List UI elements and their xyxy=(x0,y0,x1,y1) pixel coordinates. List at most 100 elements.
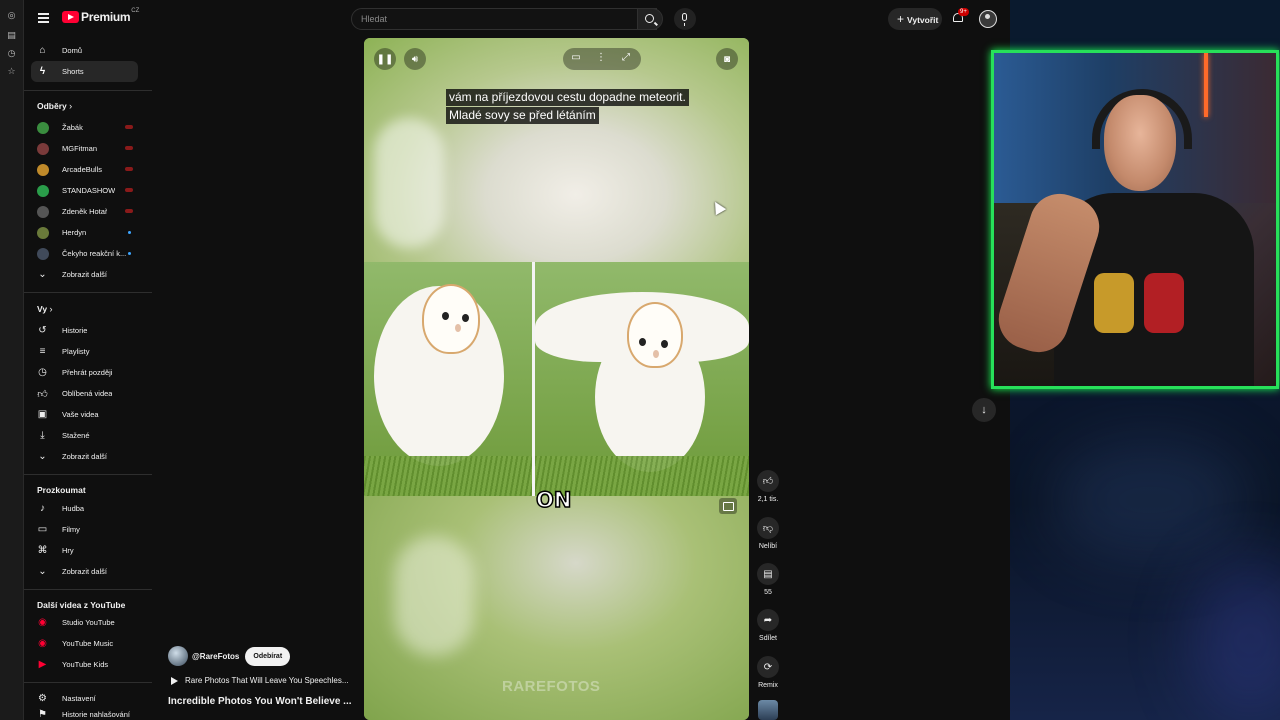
live-indicator xyxy=(125,125,133,129)
webcam-overlay xyxy=(991,50,1279,389)
volume-button[interactable]: 🔊︎ xyxy=(404,48,426,70)
sidebar-item-watch-later[interactable]: ◷ Přehrát později xyxy=(31,362,138,383)
shorts-icon: ϟ xyxy=(39,66,46,77)
flag-icon: ⚑ xyxy=(38,709,47,720)
live-indicator xyxy=(125,146,133,150)
sidebar-item-home[interactable]: ⌂ Domů xyxy=(31,40,138,61)
camera-button[interactable]: ◙ xyxy=(716,48,738,70)
sidebar-item-your-videos[interactable]: ▣ Vaše videa xyxy=(31,404,138,425)
clock-icon[interactable]: ◷ xyxy=(6,48,17,59)
share-button[interactable]: ➦ Sdílet xyxy=(756,609,780,642)
search-input[interactable]: Hledat xyxy=(351,8,657,30)
captions-icon[interactable]: ▭ xyxy=(569,52,583,63)
sidebar-item-history[interactable]: ↺ Historie xyxy=(31,320,138,341)
channel-handle[interactable]: @RareFotos xyxy=(192,652,239,661)
liked-icon: 👍︎ xyxy=(37,388,48,400)
chevron-down-icon: ⌄ xyxy=(38,451,47,462)
divider xyxy=(24,474,152,475)
fullscreen-icon[interactable]: ⤢ xyxy=(619,52,633,63)
create-button[interactable]: + Vytvořit xyxy=(888,8,942,30)
next-video-button[interactable]: ↓ xyxy=(972,398,996,422)
gaming-icon: ⌘ xyxy=(37,545,48,556)
new-content-dot xyxy=(128,252,131,255)
channel-avatar[interactable] xyxy=(168,646,188,666)
more-options-icon[interactable]: ⋮ xyxy=(594,52,608,63)
remix-button[interactable]: ⟳ Remix xyxy=(756,656,780,689)
notification-badge: 9+ xyxy=(958,8,969,16)
divider xyxy=(24,589,152,590)
os-side-rail: ◎ ▤ ◷ ☆ xyxy=(0,0,24,720)
pause-button[interactable]: ❚❚ xyxy=(374,48,396,70)
youtube-premium-logo[interactable]: Premium CZ xyxy=(62,8,139,24)
sidebar-item-arcadebulls[interactable]: ArcadeBulls xyxy=(31,159,138,180)
sidebar-item-show-more-you[interactable]: ⌄ Zobrazit další xyxy=(31,446,138,467)
account-avatar[interactable] xyxy=(979,10,997,28)
channel-avatar xyxy=(37,247,49,260)
video-watermark: RAREFOTOS xyxy=(502,678,601,695)
channel-avatar xyxy=(37,142,49,155)
share-icon: ➦ xyxy=(757,609,779,631)
sidebar-item-music[interactable]: ♪ Hudba xyxy=(31,498,138,519)
owl-photo-right xyxy=(535,262,749,496)
like-count: 2,1 tis. xyxy=(757,496,779,503)
dislike-button[interactable]: 👎︎ Nelíbí xyxy=(756,517,780,550)
sidebar-item-mgfitman[interactable]: MGFitman xyxy=(31,138,138,159)
video-title[interactable]: Incredible Photos You Won't Believe ... xyxy=(168,696,352,707)
globe-icon[interactable]: ◎ xyxy=(6,10,17,21)
you-header[interactable]: Vy › xyxy=(37,304,52,314)
volume-icon: 🔊︎ xyxy=(411,53,419,65)
more-from-youtube-header: Další videa z YouTube xyxy=(37,600,126,610)
sidebar-item-settings[interactable]: ⚙ Nastavení xyxy=(31,688,138,709)
sidebar-item-yt-kids[interactable]: ▶ YouTube Kids xyxy=(31,654,138,675)
sidebar-item-show-more-subs[interactable]: ⌄ Zobrazit další xyxy=(31,264,138,285)
sidebar-item-gaming[interactable]: ⌘ Hry xyxy=(31,540,138,561)
home-icon: ⌂ xyxy=(39,45,46,56)
sidebar-item-yt-music[interactable]: ◉ YouTube Music xyxy=(31,633,138,654)
comments-button[interactable]: ▤ 55 xyxy=(756,563,780,596)
subscriptions-header[interactable]: Odběry › xyxy=(37,101,72,111)
your-videos-icon: ▣ xyxy=(37,409,48,420)
remix-icon: ⟳ xyxy=(757,656,779,678)
star-icon[interactable]: ☆ xyxy=(6,66,17,77)
chevron-down-icon: ⌄ xyxy=(38,566,47,577)
live-indicator xyxy=(125,188,133,192)
divider xyxy=(24,90,152,91)
subscribe-button[interactable]: Odebírat xyxy=(245,646,291,666)
explore-header: Prozkoumat xyxy=(37,485,86,495)
sidebar-item-show-more-explore[interactable]: ⌄ Zobrazit další xyxy=(31,561,138,582)
sidebar-item-herdyn[interactable]: Herdyn xyxy=(31,222,138,243)
sidebar-item-films[interactable]: ▭ Filmy xyxy=(31,519,138,540)
sidebar-item-report-history[interactable]: ⚑ Historie nahlašování xyxy=(31,709,138,720)
channel-avatar xyxy=(37,184,49,197)
sidebar-item-liked[interactable]: 👍︎ Oblíbená videa xyxy=(31,383,138,404)
sidebar-item-standashow[interactable]: STANDASHOW xyxy=(31,180,138,201)
layers-icon[interactable]: ▤ xyxy=(6,30,17,41)
sidebar-item-shorts[interactable]: ϟ Shorts xyxy=(31,61,138,82)
notifications-button[interactable]: 9+ xyxy=(952,8,969,24)
watch-later-icon: ◷ xyxy=(38,367,47,378)
sidebar-item-cekyho[interactable]: Čekyho reakční k... xyxy=(31,243,138,264)
divider xyxy=(24,682,152,683)
search-placeholder: Hledat xyxy=(361,14,388,24)
miniplayer-button[interactable] xyxy=(719,498,737,514)
like-button[interactable]: 👍︎ 2,1 tis. xyxy=(756,470,780,503)
sidebar-item-playlists[interactable]: ≡ Playlisty xyxy=(31,341,138,362)
shorts-video-player[interactable]: vám na příjezdovou cestu dopadne meteori… xyxy=(364,38,749,720)
sidebar-item-zabak[interactable]: Žabák xyxy=(31,117,138,138)
audio-thumbnail[interactable] xyxy=(758,700,778,720)
subtitle-line-2: Mladé sovy se před létáním xyxy=(446,107,599,124)
menu-icon[interactable] xyxy=(38,13,49,23)
subtitles: vám na příjezdovou cestu dopadne meteori… xyxy=(446,88,689,124)
comment-count: 55 xyxy=(764,589,772,596)
search-button[interactable] xyxy=(637,8,663,30)
channel-avatar xyxy=(37,163,49,176)
sidebar-item-studio[interactable]: ◉ Studio YouTube xyxy=(31,612,138,633)
sidebar-item-zdenek-hotar[interactable]: Zdeněk Hotař xyxy=(31,201,138,222)
sidebar-item-downloads[interactable]: ⤓ Stažené xyxy=(31,425,138,446)
live-indicator xyxy=(125,209,133,213)
yt-kids-icon: ▶ xyxy=(38,659,47,670)
channel-avatar xyxy=(37,121,49,134)
download-icon: ⤓ xyxy=(40,430,45,441)
playlist-link[interactable]: Rare Photos That Will Leave You Speechle… xyxy=(168,676,349,685)
voice-search-button[interactable] xyxy=(674,8,696,30)
